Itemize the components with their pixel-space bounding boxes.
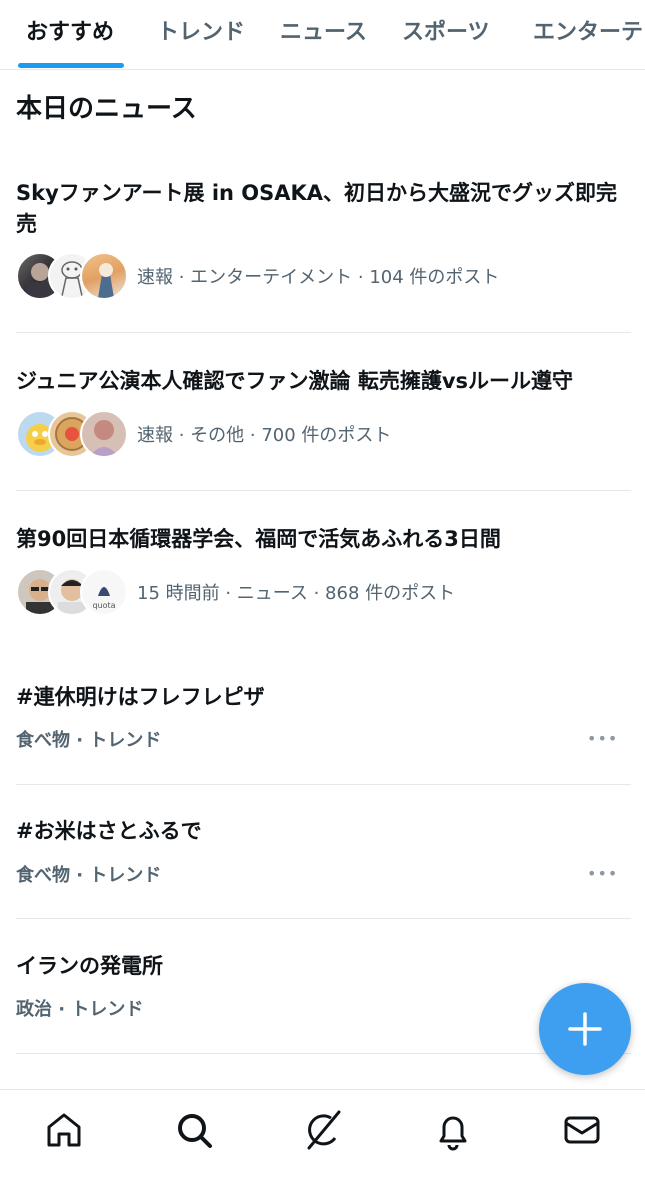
news-item[interactable]: Skyファンアート展 in OSAKA、初日から大盛況でグッズ即完売 速報 · … bbox=[0, 170, 645, 333]
tab-news[interactable]: ニュース bbox=[280, 0, 367, 69]
trend-title: #お米はさとふるで bbox=[16, 819, 202, 843]
news-item[interactable]: ジュニア公演本人確認でファン激論 転売擁護vsルール遵守 速報 · その他 · … bbox=[0, 333, 645, 491]
nav-grok[interactable] bbox=[301, 1108, 345, 1152]
tab-sports[interactable]: スポーツ bbox=[402, 0, 490, 69]
news-title: Skyファンアート展 in OSAKA、初日から大盛況でグッズ即完売 bbox=[16, 181, 618, 236]
active-tab-indicator bbox=[18, 63, 124, 68]
news-item[interactable]: 第90回日本循環器学会、福岡で活気あふれる3日間 quota 15 時間前 · … bbox=[0, 491, 645, 641]
search-icon bbox=[178, 1114, 212, 1148]
avatar-stack bbox=[16, 410, 128, 458]
bell-icon bbox=[439, 1116, 467, 1151]
nav-search[interactable] bbox=[172, 1108, 216, 1152]
avatar-stack: quota bbox=[16, 568, 128, 616]
trend-meta: 政治 · トレンド bbox=[16, 999, 144, 1020]
news-meta: 速報 · エンターテイメント · 104 件のポスト bbox=[137, 267, 500, 288]
home-icon bbox=[47, 1113, 81, 1147]
nav-home[interactable] bbox=[42, 1108, 86, 1152]
explore-tabs: おすすめ トレンド ニュース スポーツ エンターテ bbox=[0, 0, 645, 70]
trend-title: #連休明けはフレフレピザ bbox=[16, 685, 265, 709]
plus-icon bbox=[568, 1012, 602, 1046]
trend-meta: 食べ物 · トレンド bbox=[16, 730, 162, 751]
avatar-stack bbox=[16, 252, 128, 300]
news-meta: 15 時間前 · ニュース · 868 件のポスト bbox=[137, 583, 456, 604]
grok-icon bbox=[307, 1110, 341, 1150]
trend-item[interactable]: #お米はさとふるで 食べ物 · トレンド ••• bbox=[0, 785, 645, 919]
tab-recommended[interactable]: おすすめ bbox=[26, 0, 114, 69]
news-title: ジュニア公演本人確認でファン激論 転売擁護vsルール遵守 bbox=[16, 369, 574, 393]
more-options-icon[interactable]: ••• bbox=[587, 864, 617, 884]
mail-icon bbox=[564, 1116, 600, 1144]
news-meta: 速報 · その他 · 700 件のポスト bbox=[137, 425, 392, 446]
bottom-nav bbox=[0, 1089, 645, 1201]
avatar bbox=[80, 410, 128, 458]
tab-trending[interactable]: トレンド bbox=[157, 0, 245, 69]
trend-meta: 食べ物 · トレンド bbox=[16, 865, 162, 886]
trend-item[interactable]: #連休明けはフレフレピザ 食べ物 · トレンド ••• bbox=[0, 668, 645, 785]
avatar bbox=[80, 252, 128, 300]
avatar-text: quota bbox=[92, 601, 115, 610]
avatar: quota bbox=[80, 568, 128, 616]
tab-entertainment[interactable]: エンターテ bbox=[533, 0, 643, 69]
trend-title: イランの発電所 bbox=[16, 954, 163, 978]
nav-notifications[interactable] bbox=[431, 1108, 475, 1152]
news-title: 第90回日本循環器学会、福岡で活気あふれる3日間 bbox=[16, 527, 501, 551]
compose-button[interactable] bbox=[539, 983, 631, 1075]
section-title: 本日のニュース bbox=[16, 94, 197, 124]
nav-messages[interactable] bbox=[560, 1108, 604, 1152]
more-options-icon[interactable]: ••• bbox=[587, 729, 617, 749]
